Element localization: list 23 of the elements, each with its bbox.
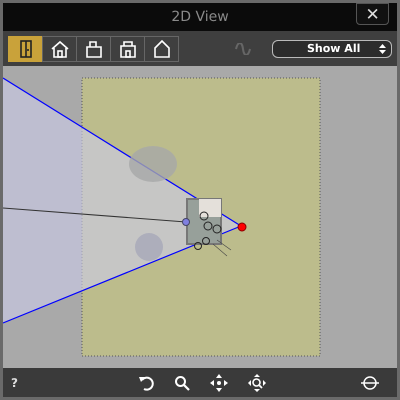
camera-point [238,222,246,232]
orbit-icon[interactable] [361,374,379,390]
undo-icon[interactable] [138,374,154,390]
blob-shape [135,233,163,261]
up-down-arrows-icon [379,42,386,54]
door-view-button[interactable] [8,36,43,62]
floor-view-button[interactable] [110,36,145,62]
camera-target-point [182,218,190,226]
filter-dropdown[interactable]: Show All [272,40,392,58]
outline-view-button[interactable] [144,36,179,62]
help-button[interactable]: ? [11,376,18,390]
house-outline-icon [152,38,172,58]
furniture-cluster-drawing [186,198,232,256]
close-button[interactable]: ✕ [356,3,389,25]
search-icon[interactable] [174,374,190,390]
zoom-move-icon[interactable] [248,374,266,392]
window-title: 2D View [171,9,229,25]
blob-shape [129,146,177,182]
building-icon [118,38,138,58]
roof-view-button[interactable] [76,36,111,62]
house-view-button[interactable] [42,36,77,62]
move-icon[interactable] [210,374,228,392]
house-icon [50,38,70,58]
